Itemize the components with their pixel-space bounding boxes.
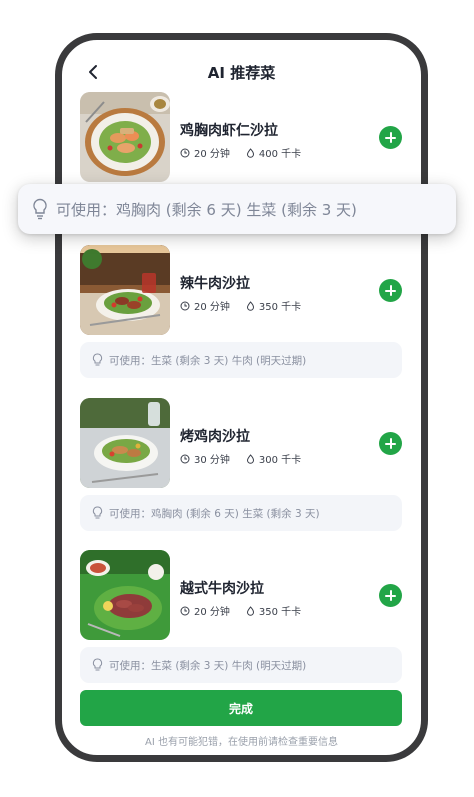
dish-name: 辣牛肉沙拉: [180, 276, 250, 292]
dish-name: 鸡胸肉虾仁沙拉: [180, 123, 278, 139]
add-button[interactable]: [379, 279, 402, 302]
add-button[interactable]: [379, 432, 402, 455]
lightbulb-icon: [33, 198, 47, 220]
cook-time: 20 分钟: [194, 607, 230, 618]
flame-icon: [246, 300, 254, 311]
dish-card-2[interactable]: 辣牛肉沙拉 20 分钟 350 千卡: [80, 245, 402, 337]
dish-name: 越式牛肉沙拉: [180, 581, 264, 597]
flame-icon: [246, 605, 254, 616]
dish-name: 烤鸡肉沙拉: [180, 429, 250, 445]
dish-meta: 20 分钟 350 千卡: [180, 298, 301, 313]
usable-text: 可使用：生菜 (剩余 3 天) 牛肉 (明天过期): [109, 659, 307, 672]
cook-time: 20 分钟: [194, 149, 230, 160]
calories: 350 千卡: [258, 302, 302, 313]
phone-frame: AI 推荐菜 鸡胸肉虾仁沙拉 20 分钟 400 千卡 辣牛肉沙拉 20 分钟 …: [55, 33, 428, 762]
callout-text: 可使用：鸡胸肉 (剩余 6 天) 生菜 (剩余 3 天): [56, 200, 357, 219]
dish-image-3: [80, 398, 170, 488]
cook-time: 30 分钟: [194, 455, 230, 466]
dish-meta: 20 分钟 350 千卡: [180, 603, 301, 618]
lightbulb-icon: [92, 353, 103, 366]
usable-text: 可使用：生菜 (剩余 3 天) 牛肉 (明天过期): [109, 354, 307, 367]
clock-icon: [180, 301, 190, 310]
add-button[interactable]: [379, 584, 402, 607]
dish-meta: 20 分钟 400 千卡: [180, 145, 301, 160]
calories: 400 千卡: [258, 149, 302, 160]
dish-card-3[interactable]: 烤鸡肉沙拉 30 分钟 300 千卡: [80, 398, 402, 490]
ai-disclaimer: AI 也有可能犯错，在使用前请检查重要信息: [145, 737, 338, 748]
dish-image-4: [80, 550, 170, 640]
flame-icon: [246, 453, 254, 464]
lightbulb-icon: [92, 506, 103, 519]
usable-ingredients-hint: 可使用：鸡胸肉 (剩余 6 天) 生菜 (剩余 3 天): [80, 495, 402, 531]
dish-card-1[interactable]: 鸡胸肉虾仁沙拉 20 分钟 400 千卡: [80, 92, 402, 184]
done-button[interactable]: 完成: [80, 690, 402, 726]
clock-icon: [180, 606, 190, 615]
dish-image-2: [80, 245, 170, 335]
clock-icon: [180, 148, 190, 157]
dish-meta: 30 分钟 300 千卡: [180, 451, 301, 466]
usable-text: 可使用：鸡胸肉 (剩余 6 天) 生菜 (剩余 3 天): [109, 507, 320, 520]
lightbulb-icon: [92, 658, 103, 671]
usable-ingredients-callout: 可使用：鸡胸肉 (剩余 6 天) 生菜 (剩余 3 天): [18, 184, 456, 234]
add-button[interactable]: [379, 126, 402, 149]
screen: AI 推荐菜 鸡胸肉虾仁沙拉 20 分钟 400 千卡 辣牛肉沙拉 20 分钟 …: [62, 40, 421, 755]
header: AI 推荐菜: [62, 54, 421, 90]
dish-image-1: [80, 92, 170, 182]
flame-icon: [246, 147, 254, 158]
page-title: AI 推荐菜: [207, 64, 276, 82]
usable-ingredients-hint: 可使用：生菜 (剩余 3 天) 牛肉 (明天过期): [80, 647, 402, 683]
calories: 300 千卡: [258, 455, 302, 466]
cook-time: 20 分钟: [194, 302, 230, 313]
clock-icon: [180, 454, 190, 463]
usable-ingredients-hint: 可使用：生菜 (剩余 3 天) 牛肉 (明天过期): [80, 342, 402, 378]
calories: 350 千卡: [258, 607, 302, 618]
dish-card-4[interactable]: 越式牛肉沙拉 20 分钟 350 千卡: [80, 550, 402, 642]
